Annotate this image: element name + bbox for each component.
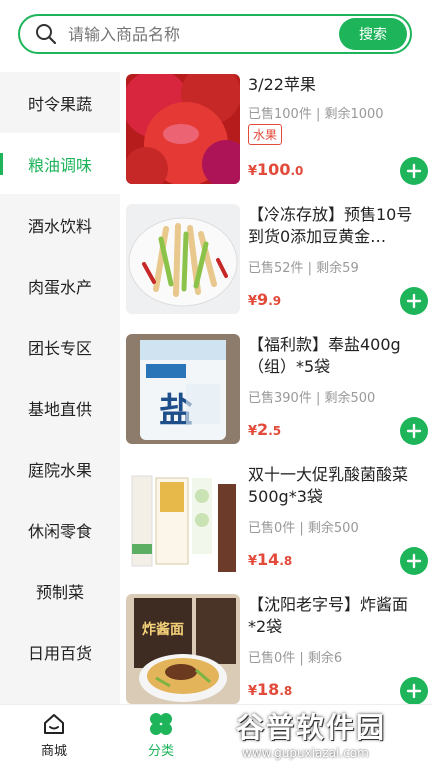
product-image[interactable] (126, 464, 240, 574)
product-sales-stats: 已售52件 | 剩余59 (248, 261, 359, 276)
watermark-title: 谷普软件园 (236, 711, 387, 744)
product-item[interactable]: 3/22苹果 已售100件 | 剩余1000 水果 ¥100.0 (120, 72, 432, 202)
product-sales-stats: 已售100件 | 剩余1000 (248, 107, 384, 122)
product-price: ¥9.9 (248, 290, 282, 309)
product-sales-stats: 已售0件 | 剩余500 (248, 521, 359, 536)
watermark-url: www.gupuxiazai.com (242, 746, 369, 760)
sidebar-item-garden-fruit[interactable]: 庭院水果 (0, 438, 120, 499)
add-to-cart-button[interactable] (400, 547, 428, 575)
home-icon (44, 714, 64, 734)
product-sales-stats: 已售0件 | 剩余6 (248, 651, 343, 666)
product-title: 双十一大促乳酸菌酸菜500g*3袋 (248, 465, 409, 506)
svg-text:炸酱面: 炸酱面 (142, 621, 184, 638)
product-list: 3/22苹果 已售100件 | 剩余1000 水果 ¥100.0 【冷冻存放】预… (120, 72, 432, 704)
sidebar-item-seasonal-produce[interactable]: 时令果蔬 (0, 72, 120, 133)
add-to-cart-button[interactable] (400, 157, 428, 185)
search-input[interactable] (68, 24, 339, 44)
product-price: ¥14.8 (248, 550, 293, 569)
sidebar-item-prepared-food[interactable]: 预制菜 (0, 560, 120, 621)
product-price: ¥18.8 (248, 680, 293, 699)
sidebar-item-farm-direct[interactable]: 基地直供 (0, 377, 120, 438)
plus-icon (406, 423, 422, 439)
product-title: 【福利款】奉盐400g（组）*5袋 (248, 335, 401, 376)
search-icon (36, 24, 57, 45)
nav-tab-category[interactable]: 分类 (121, 711, 201, 759)
product-tag: 水果 (248, 124, 283, 145)
product-item[interactable]: 炸酱面 【沈阳老字号】炸酱面*2袋 已售0件 | 剩余6 ¥18.8 (120, 592, 432, 704)
product-title: 3/22苹果 (248, 75, 316, 94)
product-image[interactable]: 盐 (126, 334, 240, 444)
product-item[interactable]: 盐 【福利款】奉盐400g（组）*5袋 已售390件 | 剩余500 ¥2.5 (120, 332, 432, 462)
watermark: 谷普软件园 www.gupuxiazai.com (230, 700, 430, 764)
product-image[interactable]: 炸酱面 (126, 594, 240, 704)
sidebar-item-meat-eggs-seafood[interactable]: 肉蛋水产 (0, 255, 120, 316)
product-image[interactable] (126, 74, 240, 184)
product-item[interactable]: 【冷冻存放】预售10号到货0添加豆黄金… 已售52件 | 剩余59 ¥9.9 (120, 202, 432, 332)
product-price: ¥2.5 (248, 420, 282, 439)
sidebar-item-drinks[interactable]: 酒水饮料 (0, 194, 120, 255)
add-to-cart-button[interactable] (400, 417, 428, 445)
nav-tab-mall[interactable]: 商城 (14, 711, 94, 759)
product-title: 【沈阳老字号】炸酱面*2袋 (248, 595, 409, 636)
product-sales-stats: 已售390件 | 剩余500 (248, 391, 376, 406)
product-title: 【冷冻存放】预售10号到货0添加豆黄金… (248, 205, 413, 246)
search-bar[interactable]: 搜索 (18, 14, 412, 54)
plus-icon (406, 553, 422, 569)
plus-icon (406, 683, 422, 699)
add-to-cart-button[interactable] (400, 287, 428, 315)
category-sidebar: 时令果蔬 粮油调味 酒水饮料 肉蛋水产 团长专区 基地直供 庭院水果 休闲零食 … (0, 72, 120, 704)
sidebar-item-grain-oil-seasoning[interactable]: 粮油调味 (0, 133, 120, 194)
sidebar-item-daily-goods[interactable]: 日用百货 (0, 621, 120, 682)
nav-tab-label: 分类 (147, 744, 174, 759)
sidebar-item-leader-zone[interactable]: 团长专区 (0, 316, 120, 377)
search-button[interactable]: 搜索 (339, 18, 407, 50)
plus-icon (406, 163, 422, 179)
product-price: ¥100.0 (248, 160, 304, 179)
product-item[interactable]: 双十一大促乳酸菌酸菜500g*3袋 已售0件 | 剩余500 ¥14.8 (120, 462, 432, 592)
product-image[interactable] (126, 204, 240, 314)
clover-icon (150, 713, 172, 735)
plus-icon (406, 293, 422, 309)
nav-tab-label: 商城 (40, 744, 67, 759)
sidebar-item-snacks[interactable]: 休闲零食 (0, 499, 120, 560)
